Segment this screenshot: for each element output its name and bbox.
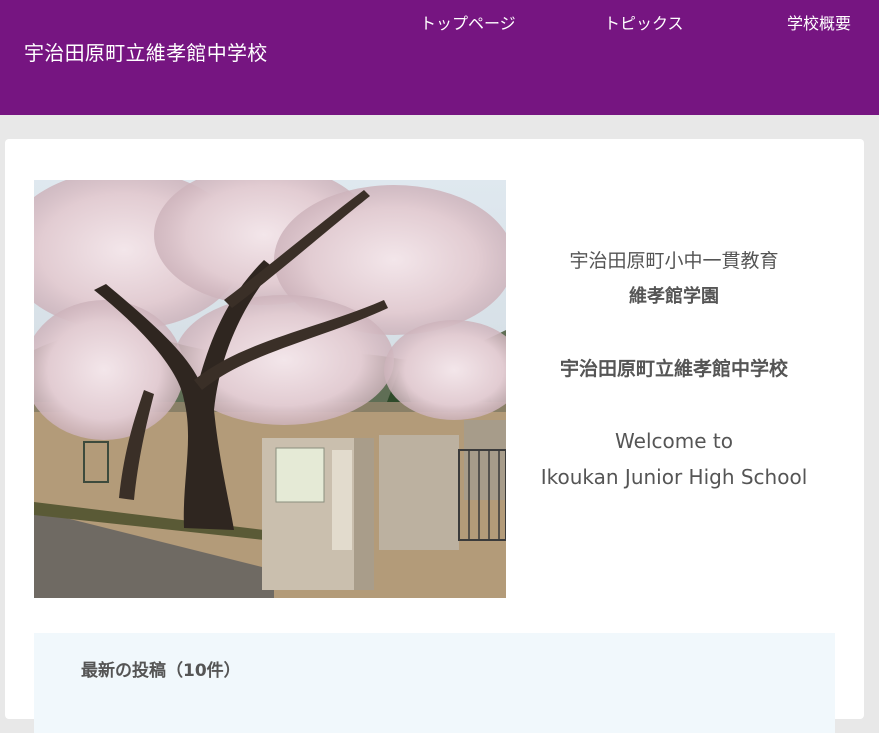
- intro-line-school-name: 宇治田原町立維孝館中学校: [559, 358, 788, 380]
- intro-line-gakuen-name: 維孝館学園: [629, 286, 719, 307]
- latest-posts-section: 最新の投稿（10件）: [34, 633, 835, 733]
- intro-line-welcome: Welcome to: [615, 429, 733, 453]
- latest-posts-heading: 最新の投稿（10件）: [81, 661, 241, 681]
- school-gate-wall: [379, 435, 459, 550]
- gate-nameplate: [332, 450, 352, 550]
- intro-line-education-program: 宇治田原町小中一貫教育: [569, 250, 779, 272]
- intro-line-school-english-name: Ikoukan Junior High School: [540, 465, 808, 489]
- main-content-card: 宇治田原町小中一貫教育 維孝館学園 宇治田原町立維孝館中学校 Welcome t…: [5, 139, 864, 733]
- site-title-link[interactable]: 宇治田原町立維孝館中学校: [24, 39, 268, 67]
- nav-item-topics[interactable]: トピックス: [604, 12, 684, 36]
- nav-item-school-overview[interactable]: 学校概要: [787, 12, 851, 36]
- hero-photo: [34, 180, 506, 598]
- gate-notice-board: [275, 447, 325, 503]
- site-header: 宇治田原町立維孝館中学校 トップページ トピックス 学校概要: [0, 0, 879, 115]
- school-gate-pillar-side: [354, 438, 374, 590]
- nav-item-top-page[interactable]: トップページ: [420, 12, 516, 36]
